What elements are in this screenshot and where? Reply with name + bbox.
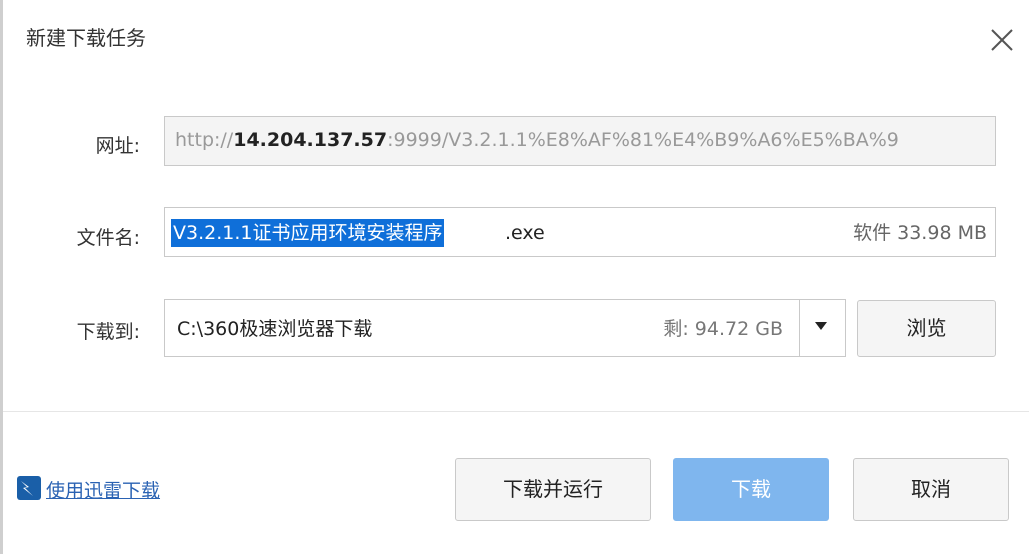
filename-input[interactable]: V3.2.1.1证书应用环境安装程序 .exe 软件 33.98 MB (164, 207, 996, 257)
use-xunlei-link[interactable]: 使用迅雷下载 (46, 476, 160, 503)
filename-selected-text: V3.2.1.1证书应用环境安装程序 (171, 219, 445, 247)
free-space-text: 剩: 94.72 GB (663, 318, 783, 340)
filename-label: 文件名: (76, 227, 140, 249)
download-button[interactable]: 下载 (673, 458, 829, 521)
url-label: 网址: (95, 135, 140, 157)
close-icon[interactable] (988, 26, 1016, 54)
save-path-label: 下载到: (76, 321, 140, 343)
dropdown-separator (799, 300, 800, 356)
save-path-value: C:\360极速浏览器下载 (177, 318, 373, 340)
url-text: http://14.204.137.57:9999/V3.2.1.1%E8%AF… (175, 129, 987, 151)
filename-extension: .exe (505, 222, 545, 244)
chevron-down-icon[interactable] (815, 322, 827, 330)
url-host: 14.204.137.57 (233, 129, 388, 151)
url-prefix: http:// (175, 129, 234, 151)
xunlei-logo-icon[interactable] (17, 476, 41, 500)
url-rest: :9999/V3.2.1.1%E8%AF%81%E4%B9%A6%E5%BA%9 (387, 129, 899, 151)
url-field[interactable]: http://14.204.137.57:9999/V3.2.1.1%E8%AF… (164, 116, 996, 166)
download-and-run-button[interactable]: 下载并运行 (455, 458, 651, 521)
save-path-select[interactable]: C:\360极速浏览器下载 剩: 94.72 GB (164, 299, 846, 357)
dialog-title: 新建下载任务 (26, 26, 146, 50)
browse-button[interactable]: 浏览 (857, 300, 996, 357)
section-divider (3, 411, 1029, 412)
file-type-size: 软件 33.98 MB (853, 222, 987, 244)
window-left-edge (0, 0, 3, 554)
cancel-button[interactable]: 取消 (853, 458, 1009, 521)
